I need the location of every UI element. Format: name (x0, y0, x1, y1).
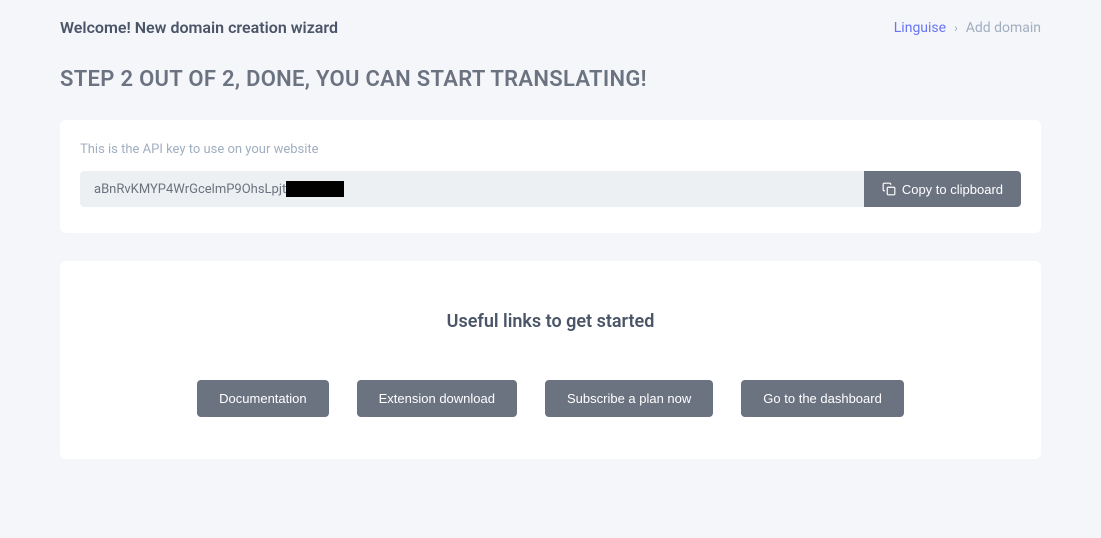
copy-to-clipboard-button[interactable]: Copy to clipboard (864, 171, 1021, 207)
header-row: Welcome! New domain creation wizard Ling… (60, 18, 1041, 37)
copy-icon (882, 182, 896, 196)
api-key-redaction (286, 181, 344, 197)
page-container: Welcome! New domain creation wizard Ling… (0, 0, 1101, 479)
extension-download-button[interactable]: Extension download (357, 380, 517, 417)
breadcrumb: Linguise › Add domain (894, 20, 1041, 36)
breadcrumb-link-linguise[interactable]: Linguise (894, 20, 946, 36)
api-key-row: aBnRvKMYP4WrGcelmP9OhsLpjt Copy to clipb… (80, 171, 1021, 207)
documentation-button[interactable]: Documentation (197, 380, 328, 417)
api-key-card: This is the API key to use on your websi… (60, 120, 1041, 233)
links-button-row: Documentation Extension download Subscri… (80, 380, 1021, 417)
api-key-label: This is the API key to use on your websi… (80, 142, 1021, 157)
step-heading: STEP 2 OUT OF 2, DONE, YOU CAN START TRA… (60, 67, 1041, 92)
go-to-dashboard-button[interactable]: Go to the dashboard (741, 380, 904, 417)
welcome-title: Welcome! New domain creation wizard (60, 18, 338, 37)
useful-links-heading: Useful links to get started (80, 311, 1021, 332)
subscribe-plan-button[interactable]: Subscribe a plan now (545, 380, 713, 417)
breadcrumb-separator: › (954, 21, 958, 35)
api-key-text: aBnRvKMYP4WrGcelmP9OhsLpjt (94, 182, 286, 197)
copy-button-label: Copy to clipboard (902, 182, 1003, 197)
useful-links-card: Useful links to get started Documentatio… (60, 261, 1041, 459)
api-key-value-box[interactable]: aBnRvKMYP4WrGcelmP9OhsLpjt (80, 171, 864, 207)
breadcrumb-current: Add domain (966, 20, 1041, 36)
